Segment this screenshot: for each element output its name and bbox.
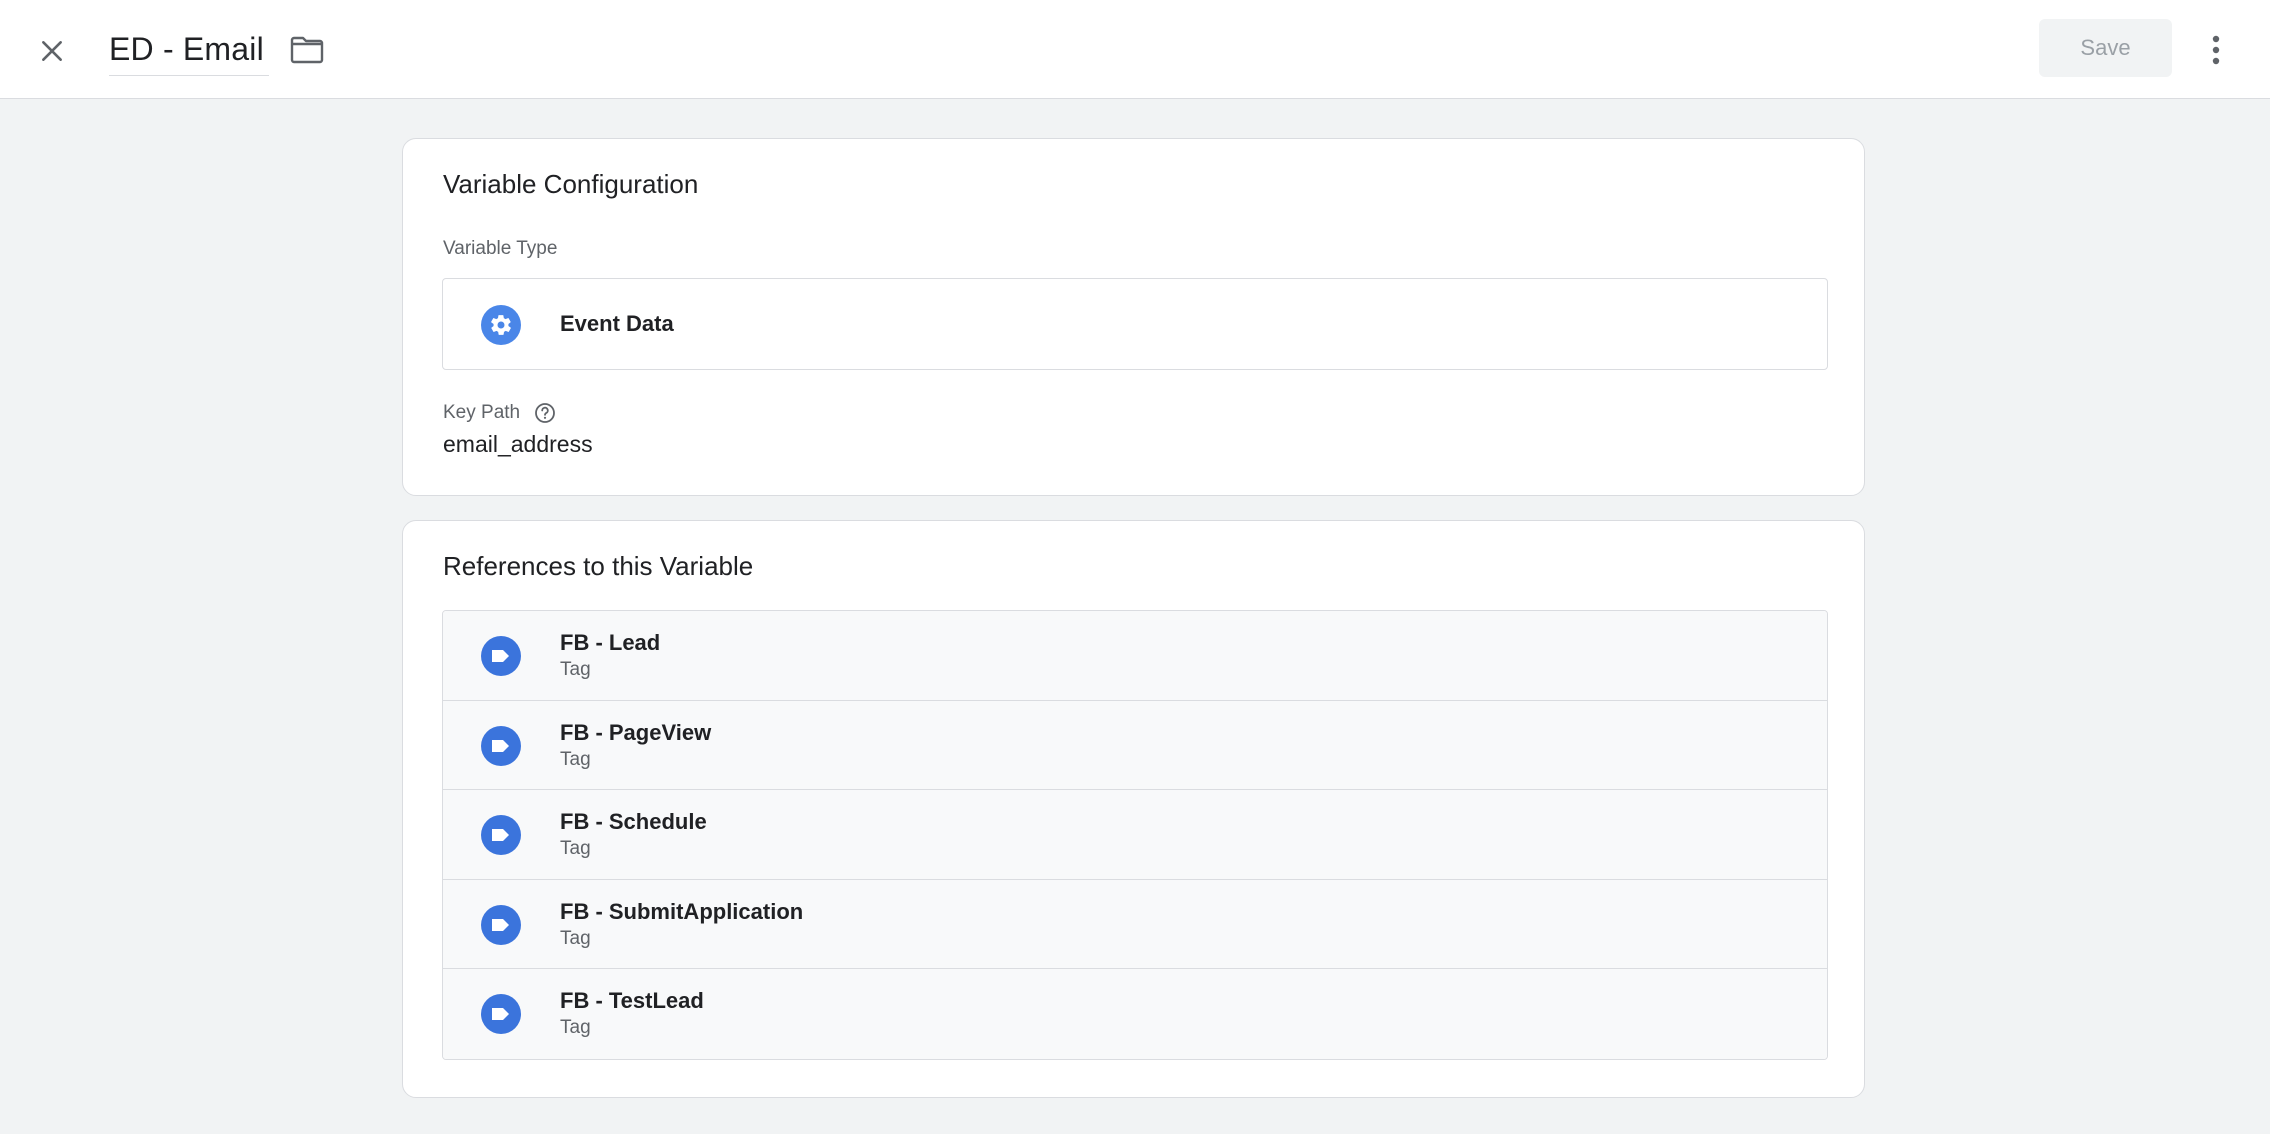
reference-row-fb-pageview[interactable]: FB - PageView Tag — [443, 700, 1827, 791]
variable-configuration-card: Variable Configuration Variable Type Eve… — [402, 138, 1865, 496]
save-button[interactable]: Save — [2039, 19, 2172, 77]
close-icon — [42, 41, 62, 61]
top-bar: ED - Email Save — [0, 0, 2270, 99]
reference-name: FB - Lead — [560, 630, 661, 655]
variable-type-selector[interactable]: Event Data — [442, 278, 1828, 370]
config-heading: Variable Configuration — [443, 169, 699, 199]
tag-icon — [481, 994, 521, 1035]
references-card: References to this Variable FB - Lead Ta… — [402, 520, 1865, 1098]
tag-icon — [481, 815, 521, 856]
key-path-value: email_address — [443, 431, 593, 457]
variable-type-label: Variable Type — [443, 238, 558, 259]
help-icon[interactable] — [534, 402, 556, 424]
references-heading: References to this Variable — [443, 551, 754, 581]
more-options-button[interactable] — [2191, 25, 2241, 75]
reference-type: Tag — [560, 1017, 591, 1039]
key-path-label-row: Key Path — [443, 402, 556, 424]
tag-icon — [481, 904, 521, 945]
close-button[interactable] — [26, 25, 78, 77]
variable-type-value: Event Data — [560, 311, 674, 336]
reference-name: FB - SubmitApplication — [560, 898, 804, 924]
reference-row-fb-lead[interactable]: FB - Lead Tag — [443, 611, 1827, 701]
folder-button[interactable] — [284, 27, 330, 73]
gear-icon — [481, 305, 521, 345]
variable-name-field[interactable]: ED - Email — [109, 24, 269, 76]
reference-name: FB - Schedule — [560, 809, 707, 835]
folder-icon — [290, 36, 324, 64]
references-list: FB - Lead Tag FB - PageView Tag FB - Sch… — [442, 610, 1828, 1060]
reference-type: Tag — [560, 927, 591, 949]
reference-type: Tag — [560, 748, 591, 770]
tag-icon — [481, 636, 521, 676]
reference-name: FB - PageView — [560, 719, 712, 745]
reference-row-fb-submitapplication[interactable]: FB - SubmitApplication Tag — [443, 879, 1827, 970]
reference-name: FB - TestLead — [560, 988, 704, 1014]
more-vert-icon — [2212, 35, 2220, 65]
reference-type: Tag — [560, 659, 591, 680]
reference-row-fb-schedule[interactable]: FB - Schedule Tag — [443, 790, 1827, 880]
reference-row-fb-testlead[interactable]: FB - TestLead Tag — [443, 969, 1827, 1059]
page-title: ED - Email — [109, 31, 264, 67]
tag-icon — [481, 725, 521, 766]
key-path-label: Key Path — [443, 402, 521, 423]
reference-type: Tag — [560, 838, 591, 860]
